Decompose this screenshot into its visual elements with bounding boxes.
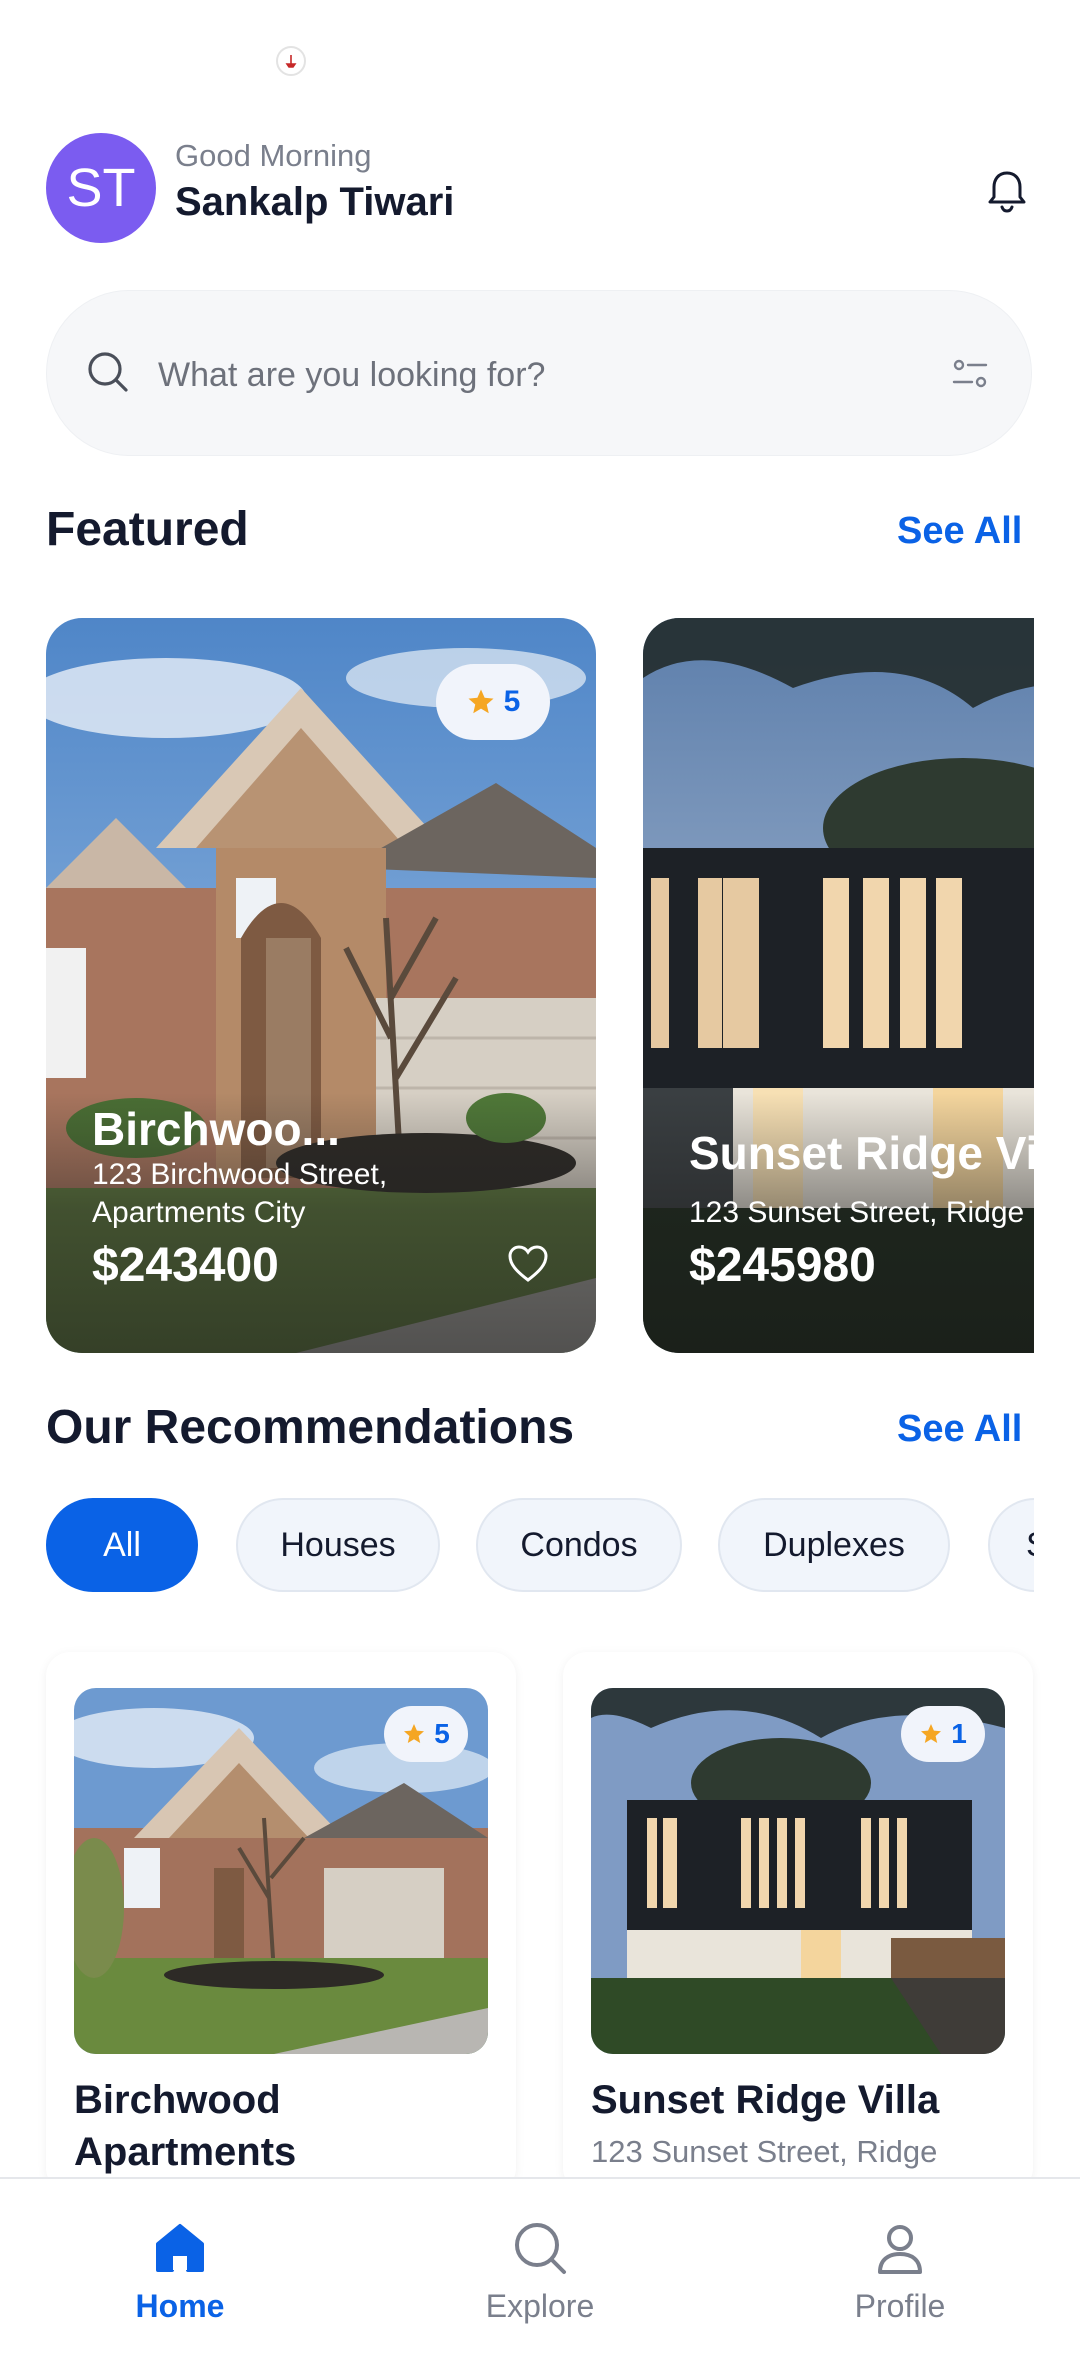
recommendation-card[interactable]: 5 Birchwood Apartments	[46, 1652, 516, 2192]
recommendations-see-all-link[interactable]: See All	[897, 1408, 1022, 1451]
star-icon	[404, 1724, 425, 1743]
property-title: Birchwood Apartments	[74, 2078, 297, 2174]
property-address: 123 Sunset Street, Ridge City	[689, 1196, 1034, 1229]
rating-badge: 5	[436, 664, 550, 740]
rating-value: 1	[951, 1718, 967, 1749]
rating-badge: 1	[901, 1706, 985, 1762]
property-title: Sunset Ridge Villa	[689, 1127, 1034, 1179]
star-icon	[921, 1724, 942, 1743]
status-notification-icon	[276, 46, 306, 76]
nav-explore[interactable]: Explore	[440, 2218, 640, 2325]
featured-card[interactable]: Sunset Ridge Villa 123 Sunset Street, Ri…	[643, 618, 1034, 1353]
nav-home[interactable]: Home	[80, 2218, 280, 2325]
chip-houses[interactable]: Houses	[236, 1498, 440, 1592]
chip-condos[interactable]: Condos	[476, 1498, 682, 1592]
search-icon	[515, 2223, 566, 2274]
property-price: $245980	[689, 1239, 876, 1292]
rating-value: 5	[434, 1718, 450, 1749]
featured-carousel[interactable]: 5 Birchwoo... 123 Birchwood Street, Apar…	[46, 618, 1034, 1353]
bell-icon[interactable]	[976, 160, 1038, 222]
nav-profile[interactable]: Profile	[800, 2218, 1000, 2325]
greeting-text: Good Morning	[175, 138, 372, 173]
nav-home-label: Home	[135, 2288, 225, 2324]
user-icon	[878, 2225, 922, 2274]
search-input[interactable]	[158, 345, 918, 405]
featured-title: Featured	[46, 503, 249, 556]
recommendations-title: Our Recommendations	[46, 1401, 575, 1454]
nav-explore-label: Explore	[485, 2288, 595, 2324]
category-chips[interactable]: All Houses Condos Duplexes Studios	[46, 1494, 1034, 1598]
property-address: 123 Sunset Street, Ridge	[591, 2134, 938, 2169]
chip-studios[interactable]: Studios	[988, 1498, 1034, 1592]
rating-badge: 5	[384, 1706, 468, 1762]
favorite-heart-icon[interactable]	[506, 1242, 550, 1286]
filter-icon[interactable]	[950, 354, 990, 394]
search-icon	[88, 352, 128, 392]
property-address: 123 Birchwood Street, Apartments City	[92, 1158, 388, 1229]
property-price: $243400	[92, 1239, 279, 1292]
nav-profile-label: Profile	[854, 2288, 946, 2324]
rating-value: 5	[503, 685, 521, 718]
user-name: Sankalp Tiwari	[175, 180, 455, 224]
chip-duplexes[interactable]: Duplexes	[718, 1498, 950, 1592]
avatar[interactable]: ST	[46, 133, 156, 243]
recommendation-card[interactable]: 1 Sunset Ridge Villa 123 Sunset Street, …	[563, 1652, 1033, 2192]
property-title: Sunset Ridge Villa	[591, 2078, 940, 2122]
property-title: Birchwoo...	[92, 1103, 340, 1155]
star-icon	[468, 689, 494, 714]
chip-all[interactable]: All	[46, 1498, 198, 1592]
home-icon	[156, 2224, 204, 2272]
featured-card[interactable]: 5 Birchwoo... 123 Birchwood Street, Apar…	[46, 618, 596, 1353]
featured-see-all-link[interactable]: See All	[897, 510, 1022, 553]
